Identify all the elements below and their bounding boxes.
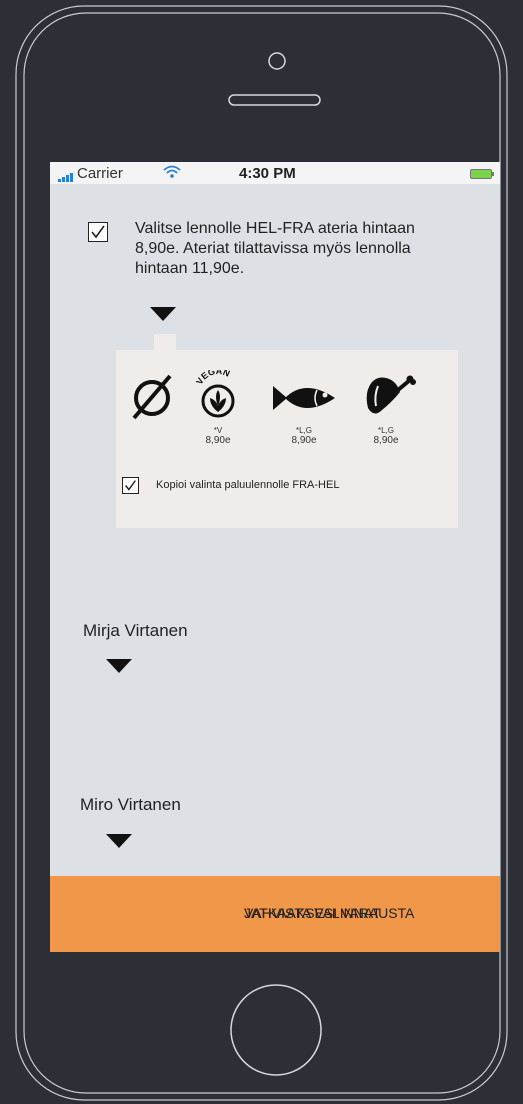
fish-meal-icon xyxy=(273,386,335,410)
ham-diet-label: *L,G xyxy=(377,426,394,435)
meal-offer-text: Valitse lennolle HEL-FRA ateria hintaan … xyxy=(135,220,415,277)
speaker-grill xyxy=(228,94,321,106)
passenger-name: Miro Virtanen xyxy=(80,795,181,814)
meal-options-panel: VEGAN *V 8,90e *L,G 8,90e *L,G 8,90e Kop… xyxy=(116,350,458,528)
no-meal-icon xyxy=(132,374,172,420)
copy-return-checkbox[interactable] xyxy=(122,477,139,494)
vegan-badge-text: VEGAN xyxy=(194,366,231,386)
wifi-icon xyxy=(163,165,181,178)
confirm-selections-button[interactable]: VAHVISTA VALINNAT JATKAAKSESI VARAUSTA xyxy=(50,876,500,952)
expand-arrow-icon[interactable] xyxy=(106,659,132,673)
svg-text:VEGAN: VEGAN xyxy=(194,370,231,386)
battery-icon xyxy=(470,169,494,179)
camera-icon xyxy=(268,52,286,70)
vegan-meal-icon: VEGAN xyxy=(194,366,235,418)
home-button xyxy=(230,984,322,1076)
copy-return-label: Kopioi valinta paluulennolle FRA-HEL xyxy=(156,479,340,491)
status-time: 4:30 PM xyxy=(239,165,296,182)
checkmark-icon xyxy=(125,480,136,491)
ham-price: 8,90e xyxy=(373,435,399,446)
confirm-button-label: VAHVISTA VALINNAT JATKAAKSESI VARAUSTA xyxy=(244,905,415,921)
signal-icon xyxy=(58,165,74,182)
meal-option-ham[interactable]: *L,G 8,90e xyxy=(356,370,416,446)
fish-diet-label: *L,G xyxy=(295,426,312,435)
meal-offer-checkbox[interactable] xyxy=(88,222,108,242)
meal-option-fish[interactable]: *L,G 8,90e xyxy=(273,370,335,446)
vegan-diet-label: *V xyxy=(213,426,223,435)
fish-price: 8,90e xyxy=(291,435,317,446)
checkmark-icon xyxy=(91,225,105,239)
expand-arrow-icon[interactable] xyxy=(106,834,132,848)
status-bar: Carrier 4:30 PM xyxy=(50,162,500,184)
phone-mockup: Carrier 4:30 PM Valitse lennolle HEL-FRA… xyxy=(0,0,523,1104)
meal-option-none[interactable] xyxy=(122,370,182,425)
vegan-price: 8,90e xyxy=(205,435,231,446)
app-screen: Carrier 4:30 PM Valitse lennolle HEL-FRA… xyxy=(50,162,500,952)
meal-option-vegan[interactable]: VEGAN *V 8,90e xyxy=(188,366,248,446)
carrier-label: Carrier xyxy=(58,165,123,182)
ham-meal-icon xyxy=(366,375,416,414)
collapse-arrow-icon[interactable] xyxy=(150,307,176,321)
passenger-name: Mirja Virtanen xyxy=(83,621,188,640)
